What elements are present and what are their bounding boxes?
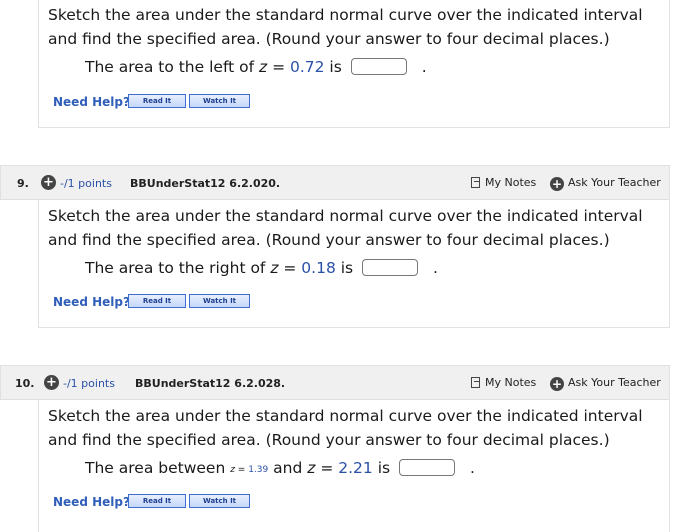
prompt-line-2: and find the specified area. (Round your… — [48, 231, 610, 249]
question-9-prompt: Sketch the area under the standard norma… — [48, 204, 643, 252]
question-10-header: 10. + -/1 points BBUnderStat12 6.2.028. … — [0, 365, 670, 400]
need-help-label: Need Help? — [53, 495, 130, 509]
ask-teacher-link[interactable]: + Ask Your Teacher — [550, 176, 661, 191]
source-label: BBUnderStat12 6.2.028. — [135, 377, 286, 390]
watch-it-button[interactable]: Watch It — [189, 294, 250, 308]
ask-teacher-link[interactable]: + Ask Your Teacher — [550, 376, 661, 391]
read-it-button[interactable]: Read It — [128, 94, 186, 108]
question-10-prompt: Sketch the area under the standard norma… — [48, 404, 643, 452]
z-value: 0.72 — [289, 58, 325, 76]
prompt-line-2: and find the specified area. (Round your… — [48, 30, 610, 48]
equals-sign: = — [267, 58, 290, 76]
answer-input[interactable] — [350, 58, 407, 75]
ask-plus-icon: + — [550, 177, 564, 191]
question-number: 10. — [15, 377, 35, 390]
source-label: BBUnderStat12 6.2.020. — [130, 177, 281, 190]
small-equals-sign: = — [234, 465, 249, 475]
read-it-button[interactable]: Read It — [128, 294, 186, 308]
answer-period: . — [433, 259, 438, 277]
answer-prefix: The area to the right of — [85, 259, 271, 277]
my-notes-link[interactable]: My Notes — [471, 376, 536, 389]
answer-prefix: The area between — [85, 459, 231, 477]
need-help-label: Need Help? — [53, 295, 130, 309]
read-it-button[interactable]: Read It — [128, 494, 186, 508]
watch-it-button[interactable]: Watch It — [189, 94, 250, 108]
equals-sign: = — [315, 459, 339, 477]
points-label: -/1 points — [60, 177, 112, 190]
need-help-label: Need Help? — [53, 95, 130, 109]
answer-input[interactable] — [399, 459, 456, 476]
ask-teacher-label: Ask Your Teacher — [568, 376, 661, 389]
ask-plus-icon: + — [550, 377, 564, 391]
answer-input[interactable] — [362, 259, 419, 276]
plus-circle-icon[interactable]: + — [44, 375, 59, 390]
notes-icon — [471, 177, 480, 188]
prompt-line-1: Sketch the area under the standard norma… — [48, 207, 643, 225]
answer-prefix: The area to the left of — [85, 58, 259, 76]
answer-suffix: is — [372, 459, 391, 477]
watch-it-button[interactable]: Watch It — [189, 494, 250, 508]
prompt-line-1: Sketch the area under the standard norma… — [48, 407, 643, 425]
question-8-answer-line: The area to the left of z = 0.72 is . — [85, 58, 427, 76]
equals-sign: = — [278, 259, 302, 277]
mid-text: and — [268, 459, 308, 477]
z-value: 2.21 — [338, 459, 373, 477]
question-9-answer-line: The area to the right of z = 0.18 is . — [85, 259, 438, 277]
answer-suffix: is — [335, 259, 354, 277]
question-8-prompt: Sketch the area under the standard norma… — [48, 3, 643, 51]
prompt-line-1: Sketch the area under the standard norma… — [48, 6, 643, 24]
answer-period: . — [469, 459, 475, 477]
z-variable: z — [259, 58, 268, 76]
my-notes-link[interactable]: My Notes — [471, 176, 536, 189]
points-label: -/1 points — [63, 377, 115, 390]
question-10-answer-line: The area between z = 1.39 and z = 2.21 i… — [85, 459, 475, 477]
plus-circle-icon[interactable]: + — [41, 175, 56, 190]
z-value: 0.18 — [301, 259, 336, 277]
ask-teacher-label: Ask Your Teacher — [568, 176, 661, 189]
notes-icon — [471, 377, 480, 388]
answer-period: . — [421, 58, 427, 76]
my-notes-label: My Notes — [485, 376, 537, 389]
question-number: 9. — [17, 177, 29, 190]
answer-suffix: is — [324, 58, 342, 76]
question-9-header: 9. + -/1 points BBUnderStat12 6.2.020. M… — [0, 165, 670, 200]
small-z-value: 1.39 — [248, 465, 269, 475]
prompt-line-2: and find the specified area. (Round your… — [48, 431, 610, 449]
my-notes-label: My Notes — [485, 176, 537, 189]
